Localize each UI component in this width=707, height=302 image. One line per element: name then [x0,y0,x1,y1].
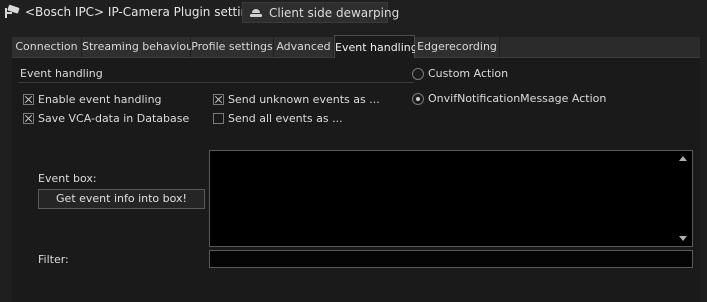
event-box-textarea[interactable] [209,150,693,247]
scroll-down-arrow-icon[interactable] [679,236,687,241]
tab-label: Edgerecording [417,40,497,53]
tab-strip: Connection Streaming behaviour Profile s… [12,35,700,58]
window-title: <Bosch IPC> IP-Camera Plugin settings [25,5,263,19]
filter-input[interactable] [209,250,693,268]
enable-event-handling-checkbox[interactable] [23,94,34,105]
tab-streaming-behaviour[interactable]: Streaming behaviour [82,37,198,57]
title-bar: <Bosch IPC> IP-Camera Plugin settings Cl… [0,0,707,26]
custom-action-radio[interactable] [412,68,424,80]
onvif-notification-radio[interactable] [412,93,424,105]
section-title: Event handling [20,67,103,80]
enable-event-handling-label: Enable event handling [38,93,162,106]
event-box-label: Event box: [38,172,97,185]
tab-label: Event handling [335,41,418,54]
send-all-events-checkbox[interactable] [213,113,224,124]
send-all-events-label: Send all events as ... [228,112,343,125]
get-event-info-button[interactable]: Get event info into box! [38,189,205,209]
tab-event-handling[interactable]: Event handling [334,35,418,58]
save-vca-data-label: Save VCA-data in Database [38,112,190,125]
custom-action-label: Custom Action [428,67,509,80]
event-handling-panel: Event handling Enable event handling Sav… [12,58,700,302]
section-divider [18,82,414,83]
tab-edgerecording[interactable]: Edgerecording [415,37,500,57]
tab-profile-settings[interactable]: Profile settings [191,37,274,57]
send-unknown-events-label: Send unknown events as ... [228,93,380,106]
dome-camera-icon [250,9,262,17]
tab-connection[interactable]: Connection [12,37,82,57]
dewarp-button-label: Client side dewarping [269,6,400,20]
client-side-dewarping-button[interactable]: Client side dewarping [242,2,399,23]
tab-label: Streaming behaviour [82,40,198,53]
tab-label: Advanced [276,40,331,53]
tab-label: Connection [15,40,78,53]
tab-label: Profile settings [191,40,273,53]
tab-advanced[interactable]: Advanced [274,37,334,57]
scroll-up-arrow-icon[interactable] [679,156,687,161]
send-unknown-events-checkbox[interactable] [213,94,224,105]
filter-label: Filter: [38,253,69,266]
onvif-notification-label: OnvifNotificationMessage Action [428,92,607,105]
save-vca-data-checkbox[interactable] [23,113,34,124]
cctv-camera-icon [5,4,20,18]
